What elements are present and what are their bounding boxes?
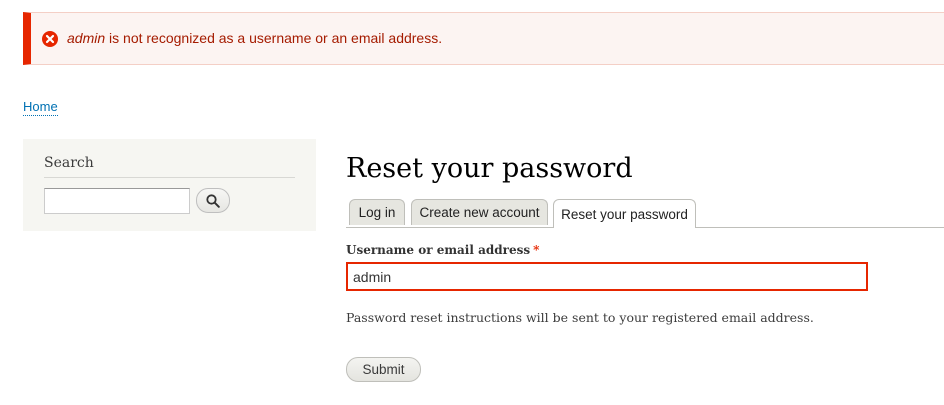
error-message: admin is not recognized as a username or… (23, 12, 944, 65)
breadcrumb: Home (23, 99, 58, 116)
page: admin is not recognized as a username or… (0, 0, 944, 405)
error-icon (42, 31, 58, 47)
tab-create-new-account[interactable]: Create new account (411, 199, 548, 225)
required-marker: * (533, 243, 540, 257)
search-input[interactable] (44, 188, 190, 214)
username-field-label: Username or email address * (346, 243, 539, 257)
breadcrumb-home-link[interactable]: Home (23, 99, 58, 116)
tabs: Log in Create new account Reset your pas… (346, 197, 944, 228)
error-username: admin (67, 30, 106, 46)
tab-log-in[interactable]: Log in (349, 199, 405, 225)
search-icon (206, 193, 220, 208)
username-field[interactable] (346, 262, 868, 291)
sidebar-search-block: Search (23, 139, 316, 231)
username-label-text: Username or email address (346, 243, 531, 257)
submit-button[interactable]: Submit (346, 357, 421, 382)
error-detail: is not recognized as a username or an em… (105, 30, 443, 46)
tab-reset-password[interactable]: Reset your password (553, 199, 696, 228)
search-button[interactable] (196, 188, 230, 213)
error-text: admin is not recognized as a username or… (67, 30, 442, 46)
page-title: Reset your password (346, 153, 633, 184)
search-block-title: Search (44, 155, 295, 178)
field-description: Password reset instructions will be sent… (346, 310, 814, 325)
